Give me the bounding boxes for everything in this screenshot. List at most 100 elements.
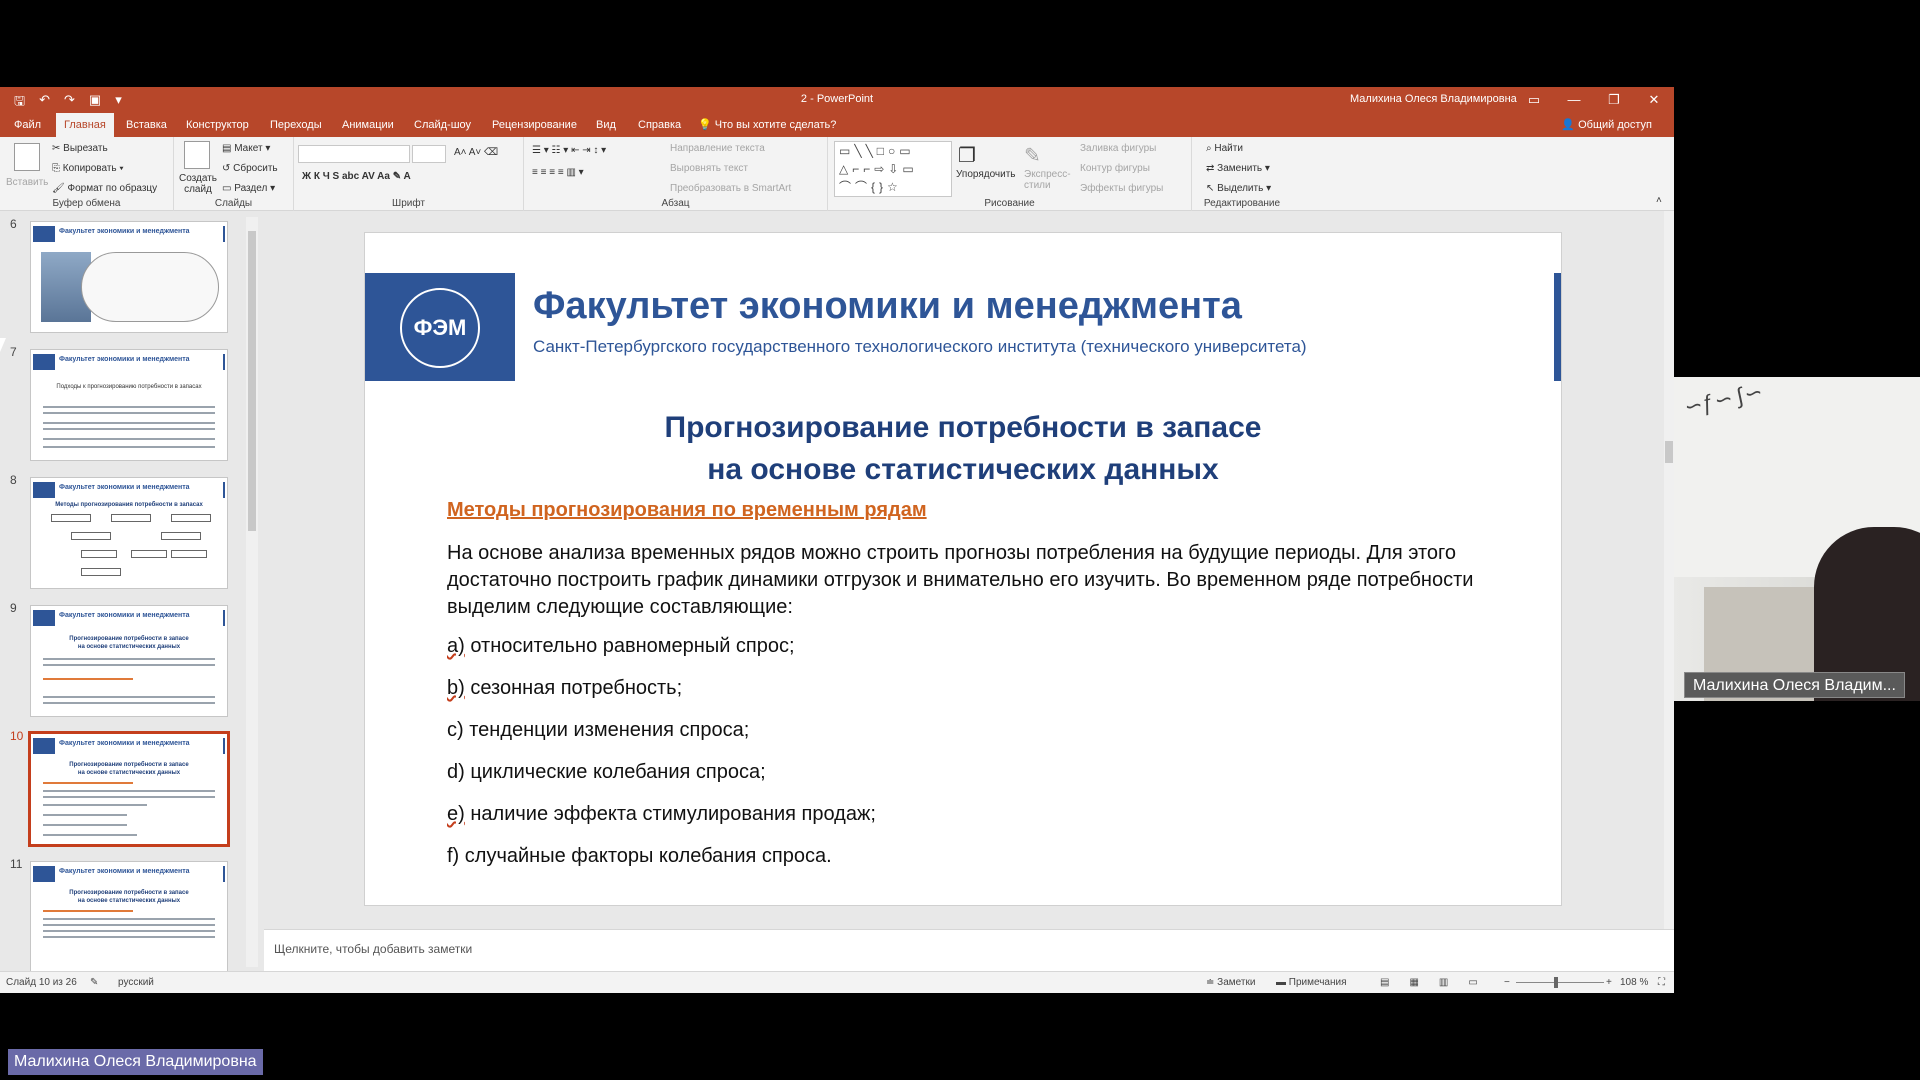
zoom-slider-knob[interactable] [1554,977,1558,988]
language-indicator[interactable]: русский [118,977,154,988]
thumb-title: Прогнозирование потребности в запасе [69,890,189,896]
paragraph-group-label: Абзац [661,198,690,209]
list-item[interactable]: d) циклические колебания спроса; [447,761,766,784]
tab-review[interactable]: Рецензирование [484,113,585,137]
thumb-line-orange [43,782,133,784]
arrange-button[interactable]: Упорядочить [956,169,1016,180]
thumb-bar [223,482,225,498]
shape-outline-button[interactable]: Контур фигуры [1080,163,1150,174]
quick-styles-button[interactable]: Экспресс-стили [1024,169,1071,191]
list-marker: e) [447,803,465,825]
slide-title-line-2: на основе статистических данных [707,453,1219,486]
layout-button[interactable]: ▤ Макет ▾ [222,143,270,154]
slide-thumbnail-9[interactable]: Факультет экономики и менеджмента Прогно… [30,605,228,717]
reset-label: Сбросить [233,163,278,174]
cut-button[interactable]: ✂ Вырезать [52,143,108,154]
quick-styles-icon[interactable]: ✎ [1024,143,1041,168]
slide-thumbnail-11[interactable]: Факультет экономики и менеджмента Прогно… [30,861,228,971]
thumb-box [171,550,207,558]
slide-thumbnail-8[interactable]: Факультет экономики и менеджмента Методы… [30,477,228,589]
find-button[interactable]: ⌕ Найти [1206,143,1243,154]
ribbon-display-icon[interactable]: ▭ [1514,87,1554,113]
arrange-icon[interactable]: ❐ [958,143,976,168]
copy-button[interactable]: ⎘ Копировать ▾ [52,163,124,174]
text-direction-button[interactable]: Направление текста [670,143,765,154]
paste-button[interactable]: Вставить [6,177,48,188]
tab-file[interactable]: Файл [6,113,49,137]
font-name-select[interactable] [298,145,410,163]
minimize-icon[interactable]: — [1554,87,1594,113]
list-item[interactable]: c) тенденции изменения спроса; [447,719,749,742]
smartart-button[interactable]: Преобразовать в SmartArt [670,183,791,194]
tab-home[interactable]: Главная [56,113,114,137]
fit-to-window-icon[interactable]: ⛶ [1658,977,1665,988]
thumb-logo [33,866,55,882]
zoom-in-icon[interactable]: + [1606,977,1612,988]
list-item[interactable]: а) относительно равномерный спрос; [447,635,795,658]
notes-pane[interactable]: Щелкните, чтобы добавить заметки [264,929,1674,971]
format-painter-button[interactable]: 🖌 Формат по образцу [52,183,157,194]
font-size-buttons[interactable]: A˄ A˅ ⌫ [454,147,498,158]
shapes-gallery[interactable]: ▭╲╲□○▭ △⌐⌐⇨⇩▭ ⌒⌒{}☆ [834,141,952,197]
scissors-icon: ✂ [52,143,61,154]
slide-thumbnail-6[interactable]: Факультет экономики и менеджмента [30,221,228,333]
restore-icon[interactable]: ❐ [1594,87,1634,113]
tab-animations[interactable]: Анимации [334,113,402,137]
share-button[interactable]: 👤 Общий доступ [1561,113,1652,137]
reset-button[interactable]: ↺ Сбросить [222,163,278,174]
comments-toggle[interactable]: ▬ Примечания [1276,977,1347,988]
align-text-button[interactable]: Выровнять текст [670,163,748,174]
list-buttons[interactable]: ☰ ▾ ☷ ▾ ⇤ ⇥ ↕ ▾ [532,145,606,156]
thumbnails-scrollbar[interactable] [246,217,258,967]
notes-icon: ≐ [1206,977,1215,988]
font-group: A˄ A˅ ⌫ Ж К Ч S abc AV Aa ✎ A Шрифт [294,137,524,211]
zoom-out-icon[interactable]: − [1504,977,1510,988]
tab-view[interactable]: Вид [588,113,624,137]
replace-button[interactable]: ⇄ Заменить ▾ [1206,163,1270,174]
slide-scroll-thumb[interactable] [1665,441,1673,463]
shape-fill-button[interactable]: Заливка фигуры [1080,143,1156,154]
shape-effects-button[interactable]: Эффекты фигуры [1080,183,1163,194]
zoom-slider[interactable] [1516,982,1604,983]
list-item[interactable]: b) сезонная потребность; [447,677,682,700]
list-text: случайные факторы колебания спроса. [459,845,832,867]
tell-me-search[interactable]: 💡 Что вы хотите сделать? [690,113,844,137]
list-item[interactable]: e) наличие эффекта стимулирования продаж… [447,803,876,826]
zoom-level[interactable]: 108 % [1620,977,1648,988]
tab-slideshow[interactable]: Слайд-шоу [406,113,479,137]
mouse-cursor [0,338,6,352]
slide-title[interactable]: Прогнозирование потребности в запасе на о… [365,407,1561,491]
select-button[interactable]: ↖ Выделить ▾ [1206,183,1271,194]
slide-counter: Слайд 10 из 26 [6,977,77,988]
slide-10[interactable]: ФЭМ Факультет экономики и менеджмента Са… [364,232,1562,906]
paste-icon[interactable] [14,143,40,171]
slide-thumbnail-7[interactable]: Факультет экономики и менеджмента Подход… [30,349,228,461]
list-item[interactable]: f) случайные факторы колебания спроса. [447,845,832,868]
tab-transitions[interactable]: Переходы [262,113,330,137]
thumbnails-scroll-thumb[interactable] [248,231,256,531]
thumb-header: Факультет экономики и менеджмента [59,356,190,363]
new-slide-button[interactable]: Создать слайд [178,173,218,195]
close-icon[interactable]: ✕ [1634,87,1674,113]
tab-insert[interactable]: Вставка [118,113,175,137]
slide-scrollbar[interactable] [1664,211,1674,929]
user-name[interactable]: Малихина Олеся Владимировна [1350,93,1517,105]
collapse-ribbon-icon[interactable]: ˄ [1656,195,1662,206]
institute-name[interactable]: Санкт-Петербургского государственного те… [533,337,1307,357]
slide-paragraph[interactable]: На основе анализа временных рядов можно … [447,540,1527,621]
font-size-select[interactable] [412,145,446,163]
list-text: циклические колебания спроса; [464,761,766,783]
tab-help[interactable]: Справка [630,113,689,137]
thumb-logo [33,610,55,626]
slide-subtitle[interactable]: Методы прогнозирования по временным ряда… [447,499,927,522]
faculty-name[interactable]: Факультет экономики и менеджмента [533,285,1242,328]
notes-toggle[interactable]: ≐ Заметки [1206,977,1255,988]
tab-design[interactable]: Конструктор [178,113,257,137]
align-buttons[interactable]: ≡ ≡ ≡ ≡ ▥ ▾ [532,167,584,178]
spellcheck-icon[interactable]: ✎ [90,977,98,988]
new-slide-icon[interactable] [184,141,210,169]
view-buttons[interactable]: ▤▦▥▭ [1380,977,1498,988]
slide-thumbnail-10-selected[interactable]: Факультет экономики и менеджмента Прогно… [28,731,230,847]
font-format-buttons[interactable]: Ж К Ч S abc AV Aa ✎ A [302,171,411,182]
section-button[interactable]: ▭ Раздел ▾ [222,183,275,194]
